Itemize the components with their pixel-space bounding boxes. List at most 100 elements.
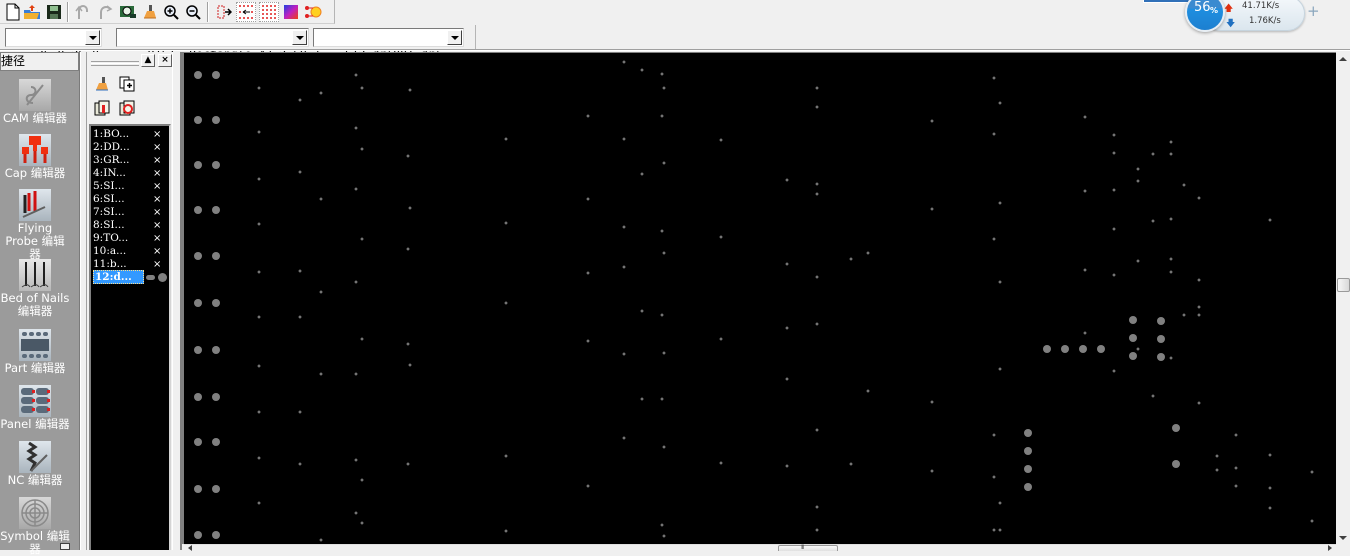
via-marker[interactable] [360,478,364,482]
via-marker[interactable] [815,275,819,279]
via-marker[interactable] [660,523,664,527]
layer-item[interactable]: 9:TO... × [92,232,170,245]
via-marker[interactable] [257,410,261,414]
via-marker[interactable] [1112,151,1116,155]
via-marker[interactable] [1197,313,1201,317]
via-marker[interactable] [992,76,996,80]
via-marker[interactable] [257,130,261,134]
drill-hole[interactable] [212,206,220,214]
grid-combo[interactable]: 25.0:25.0 [5,28,102,61]
layer-info-button[interactable] [92,98,112,118]
drill-hole[interactable] [194,485,202,493]
layer-item[interactable]: 3:GR... × [92,154,170,167]
via-marker[interactable] [354,280,358,284]
via-marker[interactable] [785,377,789,381]
via-marker[interactable] [998,101,1002,105]
via-marker[interactable] [866,389,870,393]
via-marker[interactable] [992,433,996,437]
via-marker[interactable] [1151,219,1155,223]
drill-hole[interactable] [1024,483,1032,491]
via-marker[interactable] [319,372,323,376]
via-marker[interactable] [1169,356,1173,360]
via-marker[interactable] [998,501,1002,505]
via-marker[interactable] [1215,454,1219,458]
panel-pin-button[interactable]: ▲ [141,54,155,67]
via-marker[interactable] [298,269,302,273]
drill-hole[interactable] [212,438,220,446]
drill-hole[interactable] [1172,424,1180,432]
drill-layer-view[interactable] [184,53,1336,544]
via-marker[interactable] [640,309,644,313]
layer-item[interactable]: 5:SI... × [92,180,170,193]
via-marker[interactable] [504,137,508,141]
via-marker[interactable] [662,534,666,538]
save-button[interactable] [44,2,64,22]
via-marker[interactable] [1083,268,1087,272]
vertical-scrollbar[interactable] [1336,52,1350,544]
drill-hole[interactable] [212,252,220,260]
via-marker[interactable] [406,342,410,346]
add-layer-button[interactable] [117,74,137,94]
via-marker[interactable] [406,247,410,251]
via-marker[interactable] [504,529,508,533]
via-marker[interactable] [257,364,261,368]
grid-show-button[interactable] [259,2,279,22]
via-marker[interactable] [406,154,410,158]
via-marker[interactable] [815,428,819,432]
via-marker[interactable] [504,454,508,458]
via-marker[interactable] [866,251,870,255]
via-marker[interactable] [998,528,1002,532]
via-marker[interactable] [1268,506,1272,510]
via-marker[interactable] [930,469,934,473]
layer-item[interactable]: 10:a... × [92,245,170,258]
drill-hole[interactable] [1129,334,1137,342]
via-marker[interactable] [785,262,789,266]
via-marker[interactable] [354,187,358,191]
via-marker[interactable] [622,436,626,440]
via-marker[interactable] [257,177,261,181]
vertical-scroll-thumb[interactable] [1337,278,1350,292]
via-marker[interactable] [354,73,358,77]
via-marker[interactable] [992,475,996,479]
via-marker[interactable] [622,60,626,64]
add-icon[interactable]: + [1307,2,1320,20]
shortcut-part-editor[interactable]: Part 编辑器 [0,329,70,375]
via-marker[interactable] [930,400,934,404]
drill-hole[interactable] [1129,352,1137,360]
layer-item[interactable]: 8:SI... × [92,219,170,232]
drill-hole[interactable] [212,299,220,307]
via-marker[interactable] [785,326,789,330]
drill-hole[interactable] [212,393,220,401]
scroll-down-icon[interactable] [1339,536,1347,540]
drill-hole[interactable] [194,531,202,539]
via-marker[interactable] [354,126,358,130]
drill-hole[interactable] [1157,335,1165,343]
zoom-out-button[interactable] [183,2,203,22]
via-marker[interactable] [360,147,364,151]
via-marker[interactable] [1112,273,1116,277]
via-marker[interactable] [319,538,323,542]
via-marker[interactable] [1136,347,1140,351]
via-marker[interactable] [1169,257,1173,261]
via-marker[interactable] [662,86,666,90]
drill-hole[interactable] [194,116,202,124]
via-marker[interactable] [660,397,664,401]
via-marker[interactable] [1169,152,1173,156]
layer-visibility-toggle[interactable] [146,275,155,280]
via-marker[interactable] [1215,468,1219,472]
drill-hole[interactable] [194,346,202,354]
via-marker[interactable] [257,270,261,274]
via-marker[interactable] [1151,394,1155,398]
highlight-net-button[interactable] [303,2,323,22]
via-marker[interactable] [815,105,819,109]
via-marker[interactable] [1083,331,1087,335]
shortcut-flying-probe-editor[interactable]: Flying Probe 编辑器 [0,189,70,261]
via-marker[interactable] [360,237,364,241]
layer-combo[interactable]: L12:drl001.drl [313,28,464,61]
via-marker[interactable] [319,197,323,201]
via-marker[interactable] [1182,183,1186,187]
close-icon[interactable]: × [153,206,161,219]
via-marker[interactable] [660,313,664,317]
via-marker[interactable] [1234,433,1238,437]
layer-item[interactable]: 2:DD... × [92,141,170,154]
